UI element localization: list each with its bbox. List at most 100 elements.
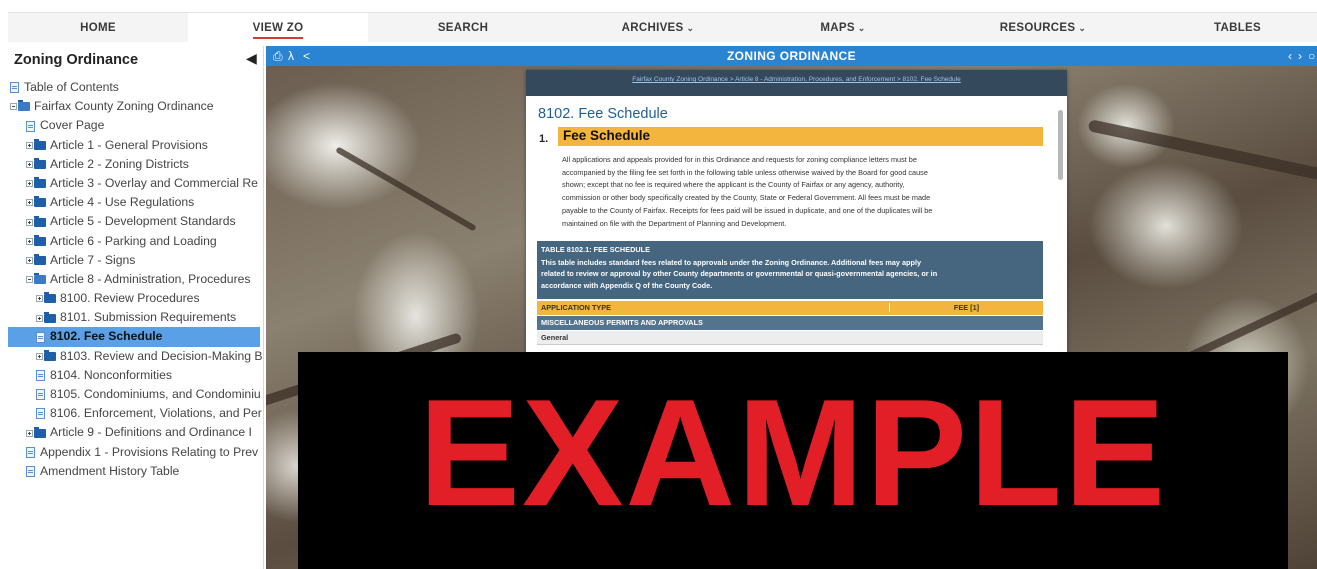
document-page: Fairfax County Zoning Ordinance > Articl… — [526, 70, 1067, 390]
collapse-icon[interactable] — [10, 103, 17, 111]
tree-item-8101[interactable]: 8101. Submission Requirements — [8, 308, 263, 327]
item-title: Fee Schedule — [563, 128, 651, 143]
document-icon — [36, 389, 45, 401]
next-page-icon[interactable]: › — [1298, 48, 1302, 64]
item-title-highlight: Fee Schedule — [558, 127, 1043, 146]
nav-archives[interactable]: ARCHIVES ⌄ — [558, 13, 758, 43]
tree-item-8104[interactable]: 8104. Nonconformities — [8, 366, 263, 385]
tree-item-article-1[interactable]: Article 1 - General Provisions — [8, 136, 263, 155]
table-caption: TABLE 8102.1: FEE SCHEDULE — [541, 245, 650, 254]
folder-icon — [34, 253, 46, 265]
nav-maps[interactable]: MAPS ⌄ — [758, 13, 928, 43]
column-header-fee: FEE [1] — [889, 303, 1043, 312]
nav-search[interactable]: SEARCH — [368, 13, 558, 43]
tree-item-8102-selected[interactable]: 8102. Fee Schedule — [8, 327, 260, 347]
folder-icon — [44, 349, 56, 361]
toc-sidebar: Zoning Ordinance ◀ Table of Contents Fai… — [8, 46, 264, 569]
document-icon — [26, 466, 35, 478]
tree-item-amendment-history[interactable]: Amendment History Table — [8, 462, 263, 481]
breadcrumb-bar: Fairfax County Zoning Ordinance > Articl… — [526, 70, 1067, 96]
tree-item-article-9[interactable]: Article 9 - Definitions and Ordinance I — [8, 423, 263, 442]
folder-icon — [44, 292, 56, 304]
page-scrollbar[interactable] — [1058, 110, 1063, 180]
folder-icon — [34, 138, 46, 150]
fee-paragraph: All applications and appeals provided fo… — [562, 154, 1042, 230]
close-icon[interactable]: ○ — [1308, 48, 1315, 64]
section-heading: 8102. Fee Schedule — [538, 106, 668, 122]
tree-item-article-4[interactable]: Article 4 - Use Regulations — [8, 193, 263, 212]
paragraph-line: accompanied by the filing fee set forth … — [562, 167, 928, 177]
item-number: 1. — [539, 133, 549, 145]
tree-item-fairfax-zo[interactable]: Fairfax County Zoning Ordinance — [8, 97, 263, 116]
viewer-toolbar: ⎙ λ < ZONING ORDINANCE ‹ › ○ — [266, 46, 1317, 66]
table-description-line: related to review or approval by other C… — [541, 269, 938, 279]
tree-item-article-6[interactable]: Article 6 - Parking and Loading — [8, 232, 263, 251]
top-navigation: HOME VIEW ZO SEARCH ARCHIVES ⌄ MAPS ⌄ RESO… — [8, 12, 1317, 43]
collapse-icon[interactable] — [26, 276, 33, 284]
expand-icon[interactable] — [36, 295, 43, 303]
expand-icon[interactable] — [26, 429, 33, 437]
tree-item-article-8[interactable]: Article 8 - Administration, Procedures — [8, 270, 263, 289]
chevron-down-icon: ⌄ — [686, 23, 695, 33]
table-description-line: This table includes standard fees relate… — [541, 258, 922, 267]
nav-resources[interactable]: RESOURCES ⌄ — [928, 13, 1158, 43]
tree-item-table-of-contents[interactable]: Table of Contents — [8, 78, 263, 97]
expand-icon[interactable] — [26, 256, 33, 264]
prev-page-icon[interactable]: ‹ — [1288, 48, 1292, 64]
table-section-row: MISCELLANEOUS PERMITS AND APPROVALS — [537, 316, 1043, 330]
document-icon — [10, 82, 19, 94]
expand-icon[interactable] — [36, 352, 43, 360]
expand-icon[interactable] — [26, 180, 33, 188]
chevron-down-icon: ⌄ — [857, 23, 866, 33]
expand-icon[interactable] — [26, 141, 33, 149]
nav-view-zo[interactable]: VIEW ZO — [188, 13, 368, 43]
table-header-row: APPLICATION TYPE FEE [1] — [537, 301, 1043, 315]
folder-icon — [34, 177, 46, 189]
tree-item-appendix-1[interactable]: Appendix 1 - Provisions Relating to Prev — [8, 443, 263, 462]
tree-item-article-2[interactable]: Article 2 - Zoning Districts — [8, 155, 263, 174]
expand-icon[interactable] — [26, 237, 33, 245]
tree-item-8100[interactable]: 8100. Review Procedures — [8, 289, 263, 308]
tree-item-cover-page[interactable]: Cover Page — [8, 116, 263, 135]
tree-item-article-5[interactable]: Article 5 - Development Standards — [8, 212, 263, 231]
viewer-title: ZONING ORDINANCE — [726, 49, 857, 63]
nav-home-label: HOME — [80, 22, 116, 34]
expand-icon[interactable] — [36, 314, 43, 322]
tree-item-8105[interactable]: 8105. Condominiums, and Condominiu — [8, 385, 263, 404]
expand-icon[interactable] — [26, 199, 33, 207]
paragraph-line: shown; except that no fee is required wh… — [562, 180, 905, 190]
document-icon — [36, 408, 45, 420]
table-subsection-label: General — [541, 333, 569, 342]
nav-home[interactable]: HOME — [8, 13, 188, 43]
nav-maps-label: MAPS — [820, 22, 855, 34]
table-description-line: accordance with Appendix Q of the County… — [541, 280, 713, 290]
paragraph-line: payable to the County of Fairfax. Receip… — [562, 205, 933, 215]
tree-item-8103[interactable]: 8103. Review and Decision-Making B — [8, 347, 263, 366]
nav-tables-label: TABLES — [1214, 22, 1261, 34]
folder-open-icon — [34, 273, 46, 285]
folder-icon — [34, 426, 46, 438]
folder-icon — [34, 196, 46, 208]
collapse-sidebar-icon[interactable]: ◀ — [246, 50, 257, 67]
breadcrumb[interactable]: Fairfax County Zoning Ordinance > Articl… — [526, 76, 1067, 83]
chevron-down-icon: ⌄ — [1078, 23, 1087, 33]
document-icon — [26, 446, 35, 458]
paragraph-line: All applications and appeals provided fo… — [562, 155, 917, 164]
folder-icon — [34, 215, 46, 227]
sidebar-title: Zoning Ordinance — [14, 52, 139, 68]
column-header-application-type: APPLICATION TYPE — [541, 303, 612, 312]
toc-tree: Table of Contents Fairfax County Zoning … — [8, 78, 263, 481]
nav-tables[interactable]: TABLES — [1158, 13, 1317, 43]
paragraph-line: maintained on file with the Department o… — [562, 218, 787, 228]
nav-view-zo-label: VIEW ZO — [252, 22, 304, 39]
expand-icon[interactable] — [26, 161, 33, 169]
table-caption-block: TABLE 8102.1: FEE SCHEDULE This table in… — [537, 241, 1043, 299]
nav-resources-label: RESOURCES — [999, 22, 1076, 34]
tree-item-8106[interactable]: 8106. Enforcement, Violations, and Per — [8, 404, 263, 423]
watermark-text: EXAMPLE — [418, 368, 1168, 538]
table-subsection-row: General — [537, 331, 1043, 345]
nav-search-label: SEARCH — [437, 22, 489, 34]
expand-icon[interactable] — [26, 218, 33, 226]
tree-item-article-7[interactable]: Article 7 - Signs — [8, 251, 263, 270]
tree-item-article-3[interactable]: Article 3 - Overlay and Commercial Re — [8, 174, 263, 193]
